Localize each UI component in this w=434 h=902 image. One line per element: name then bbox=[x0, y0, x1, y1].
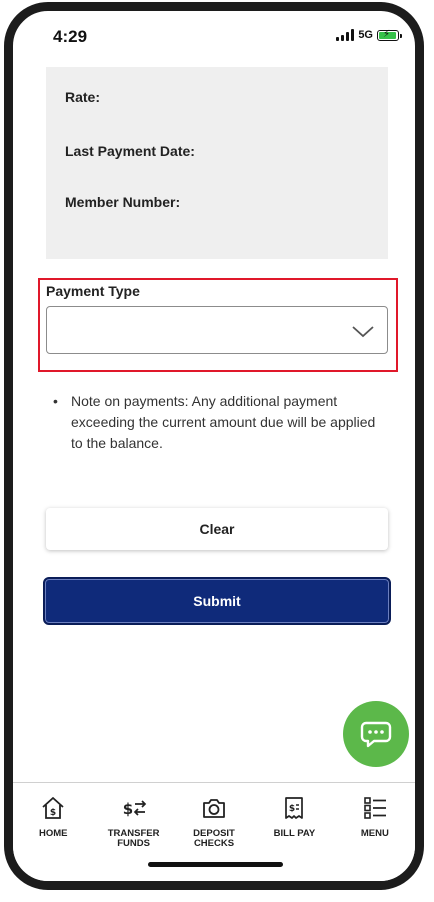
nav-deposit-checks[interactable]: DEPOSIT CHECKS bbox=[174, 783, 254, 881]
clear-button[interactable]: Clear bbox=[46, 508, 388, 550]
chevron-down-icon bbox=[352, 326, 374, 338]
svg-text:$: $ bbox=[50, 808, 56, 818]
transfer-icon: $ bbox=[122, 800, 146, 818]
svg-text:$: $ bbox=[122, 800, 132, 818]
signal-icon bbox=[336, 29, 355, 41]
home-icon: $ bbox=[42, 797, 64, 819]
nav-transfer-funds-label: TRANSFER FUNDS bbox=[107, 828, 160, 849]
battery-icon: ⚡ bbox=[377, 29, 402, 41]
nav-home-label: HOME bbox=[38, 828, 68, 839]
chat-button[interactable] bbox=[343, 701, 409, 767]
payment-type-dropdown[interactable] bbox=[46, 306, 388, 354]
chat-bubble-icon bbox=[360, 721, 392, 748]
bottom-navigation: $ HOME $ TRANSFER FUNDS DEPOSIT CHECKS $ bbox=[13, 782, 415, 881]
submit-button[interactable]: Submit bbox=[43, 577, 391, 625]
network-label: 5G bbox=[358, 29, 373, 41]
status-indicators: 5G ⚡ bbox=[336, 29, 402, 41]
nav-menu-label: MENU bbox=[360, 828, 389, 839]
camera-icon bbox=[203, 799, 225, 818]
status-time: 4:29 bbox=[53, 27, 88, 46]
payment-type-label: Payment Type bbox=[46, 283, 140, 299]
loan-info-box: Rate: Last Payment Date: Member Number: bbox=[46, 67, 388, 259]
nav-home[interactable]: $ HOME bbox=[13, 783, 93, 881]
home-indicator bbox=[148, 862, 283, 867]
rate-label: Rate: bbox=[65, 89, 101, 105]
nav-bill-pay[interactable]: $ BILL PAY bbox=[254, 783, 334, 881]
menu-list-icon bbox=[364, 797, 386, 819]
phone-frame: 4:29 5G ⚡ Rate: Last Payment Date: Membe… bbox=[4, 2, 424, 890]
last-payment-date-label: Last Payment Date: bbox=[65, 143, 195, 159]
nav-transfer-funds[interactable]: $ TRANSFER FUNDS bbox=[93, 783, 173, 881]
status-bar: 4:29 5G ⚡ bbox=[13, 11, 415, 55]
member-number-label: Member Number: bbox=[65, 194, 181, 210]
bullet-icon: • bbox=[53, 393, 58, 409]
payment-note-text: Note on payments: Any additional payment… bbox=[71, 393, 376, 451]
nav-menu[interactable]: MENU bbox=[335, 783, 415, 881]
nav-deposit-checks-label: DEPOSIT CHECKS bbox=[193, 828, 235, 849]
svg-text:$: $ bbox=[289, 804, 295, 814]
nav-bill-pay-label: BILL PAY bbox=[273, 828, 316, 839]
payment-note: • Note on payments: Any additional payme… bbox=[53, 391, 383, 454]
bill-icon: $ bbox=[285, 797, 304, 819]
